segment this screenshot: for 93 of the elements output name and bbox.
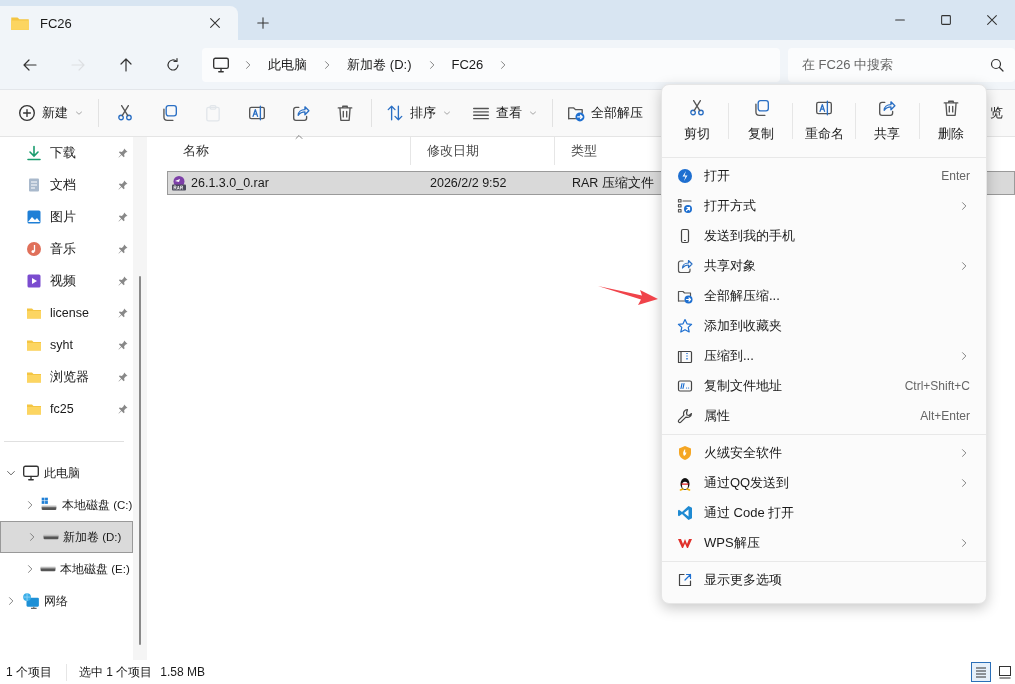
shortcut-text: Alt+Enter bbox=[920, 409, 970, 423]
close-icon bbox=[208, 16, 222, 30]
toolbar-label[interactable]: 览 bbox=[990, 104, 1015, 122]
menu-item[interactable]: 通过QQ发送到 bbox=[662, 468, 986, 498]
file-date: 2026/2/2 9:52 bbox=[429, 176, 508, 190]
tree-item[interactable]: 新加卷 (D:) bbox=[0, 521, 133, 553]
column-header[interactable]: 修改日期 bbox=[411, 137, 555, 165]
address-bar[interactable]: 此电脑 新加卷 (D:) FC26 bbox=[202, 47, 780, 82]
path-box-icon bbox=[677, 378, 693, 394]
open-with-icon bbox=[677, 198, 693, 214]
menu-item[interactable]: 全部解压缩... bbox=[662, 281, 986, 311]
caret-down-icon bbox=[442, 108, 452, 118]
zip-folder-icon bbox=[677, 348, 693, 364]
sidebar-item[interactable]: syht bbox=[0, 329, 133, 361]
drive-icon bbox=[40, 566, 56, 572]
selection-count: 选中 1 个项目 bbox=[79, 663, 153, 681]
delete-button[interactable]: 删除 bbox=[919, 90, 983, 152]
column-header[interactable]: 名称 bbox=[167, 137, 411, 165]
menu-item[interactable]: 显示更多选项 bbox=[662, 565, 986, 595]
menu-item[interactable]: 属性 Alt+Enter bbox=[662, 401, 986, 431]
caret-down-icon bbox=[74, 108, 84, 118]
shortcut-text: Ctrl+Shift+C bbox=[904, 379, 970, 393]
drive-icon bbox=[43, 534, 59, 540]
new-button[interactable]: 新建 bbox=[8, 96, 94, 130]
item-count: 1 个项目 bbox=[6, 663, 67, 681]
copy-button[interactable]: 复制 bbox=[729, 90, 792, 152]
scrollbar[interactable] bbox=[133, 137, 147, 660]
sidebar-item[interactable]: fc25 bbox=[0, 393, 133, 425]
share-icon bbox=[677, 258, 693, 274]
tiles-view-icon bbox=[997, 664, 1013, 680]
browser-tab[interactable]: FC26 bbox=[0, 6, 238, 40]
trash-icon bbox=[941, 99, 960, 117]
tree-item[interactable]: 网络 bbox=[0, 585, 133, 617]
tree-item[interactable]: 本地磁盘 (C:) bbox=[0, 489, 133, 521]
view-button[interactable]: 查看 bbox=[462, 96, 548, 130]
tab-title: FC26 bbox=[40, 15, 73, 31]
breadcrumb[interactable]: 新加卷 (D:) bbox=[345, 55, 414, 74]
share-button[interactable]: 共享 bbox=[856, 90, 919, 152]
network-icon bbox=[22, 592, 40, 610]
tree-item[interactable]: 此电脑 bbox=[0, 457, 133, 489]
computer-icon bbox=[22, 464, 40, 482]
selection-size: 1.58 MB bbox=[160, 665, 206, 679]
extract-button[interactable]: 全部解压 bbox=[557, 96, 653, 130]
rename-button[interactable]: 重命名 bbox=[792, 90, 856, 152]
menu-item[interactable]: 共享对象 bbox=[662, 251, 986, 281]
search-field[interactable]: 在 FC26 中搜索 bbox=[788, 47, 1015, 82]
sidebar-item[interactable]: license bbox=[0, 297, 133, 329]
lightning-circle-icon bbox=[677, 168, 693, 184]
star-icon bbox=[677, 318, 693, 334]
close-icon bbox=[985, 13, 999, 27]
penguin-icon bbox=[677, 475, 693, 491]
menu-item[interactable]: 压缩到... bbox=[662, 341, 986, 371]
folder-extract-icon bbox=[677, 288, 693, 304]
file-name: 26.1.3.0_0.rar bbox=[191, 176, 269, 190]
menu-item[interactable]: 添加到收藏夹 bbox=[662, 311, 986, 341]
video-icon bbox=[26, 273, 42, 289]
sidebar-item[interactable]: 音乐 bbox=[0, 233, 133, 265]
breadcrumb[interactable]: FC26 bbox=[449, 57, 486, 72]
computer-icon bbox=[212, 55, 231, 74]
sidebar-item[interactable]: 文档 bbox=[0, 169, 133, 201]
document-icon bbox=[26, 177, 42, 193]
scissors-icon bbox=[688, 99, 707, 117]
sidebar-item[interactable]: 下载 bbox=[0, 137, 133, 169]
breadcrumb[interactable]: 此电脑 bbox=[266, 55, 310, 74]
shield-icon bbox=[677, 445, 693, 461]
rename-icon bbox=[815, 99, 833, 117]
maximize-icon bbox=[939, 13, 953, 27]
search-icon bbox=[989, 56, 1005, 73]
cut-button[interactable]: 剪切 bbox=[666, 90, 729, 152]
expand-icon bbox=[677, 572, 693, 588]
wrench-icon bbox=[677, 408, 693, 424]
menu-item[interactable]: WPS解压 bbox=[662, 528, 986, 558]
plus-icon bbox=[256, 16, 270, 30]
tree-item[interactable]: 本地磁盘 (E:) bbox=[0, 553, 133, 585]
archive-file-icon bbox=[171, 175, 187, 191]
caret-down-icon bbox=[528, 108, 538, 118]
sort-button[interactable]: 排序 bbox=[376, 96, 462, 130]
menu-item[interactable]: 火绒安全软件 bbox=[662, 438, 986, 468]
details-view-icon bbox=[973, 664, 989, 680]
menu-item[interactable]: 通过 Code 打开 bbox=[662, 498, 986, 528]
file-type: RAR 压缩文件 bbox=[571, 174, 654, 192]
sidebar-item[interactable]: 视频 bbox=[0, 265, 133, 297]
menu-item[interactable]: 发送到我的手机 bbox=[662, 221, 986, 251]
sidebar-item[interactable]: 浏览器 bbox=[0, 361, 133, 393]
picture-icon bbox=[26, 209, 42, 225]
music-icon bbox=[26, 241, 42, 257]
details-view-button[interactable] bbox=[971, 662, 991, 682]
sidebar-item[interactable]: 图片 bbox=[0, 201, 133, 233]
download-icon bbox=[26, 145, 42, 161]
share-icon bbox=[878, 99, 897, 117]
code-ribbon-icon bbox=[677, 505, 693, 521]
menu-item[interactable]: 复制文件地址 Ctrl+Shift+C bbox=[662, 371, 986, 401]
shortcut-text: Enter bbox=[941, 169, 970, 183]
